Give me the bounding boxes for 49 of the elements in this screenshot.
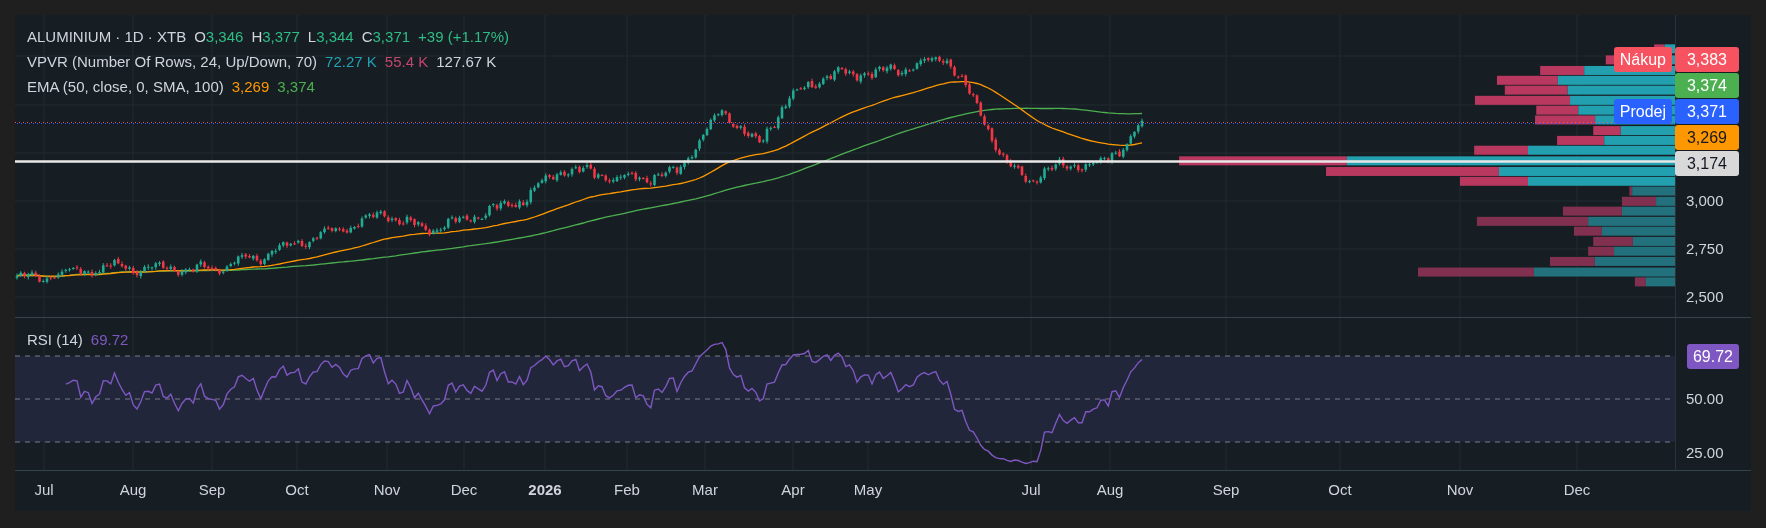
time-label: Feb <box>614 481 640 499</box>
time-label: Aug <box>119 481 147 499</box>
price-label: 3,000 <box>1686 192 1724 210</box>
time-label: Nov <box>373 481 401 499</box>
time-label: Oct <box>1328 481 1352 499</box>
time-label: Oct <box>285 481 309 499</box>
legend-title: VPVR (Number Of Rows, 24, Up/Down, 70) <box>27 52 318 71</box>
legend-value: 3,371 <box>372 27 411 46</box>
time-label: Sep <box>198 481 226 499</box>
time-label: 2026 <box>528 481 562 499</box>
legend-value: 69.72 <box>90 330 129 349</box>
time-label: Dec <box>1563 481 1591 499</box>
price-label: 50.00 <box>1686 390 1724 408</box>
legend-value: 127.67 K <box>436 52 497 71</box>
time-label: May <box>853 481 883 499</box>
time-label: Nov <box>1446 481 1474 499</box>
legend-value: 55.4 K <box>384 52 429 71</box>
price-label: 2,500 <box>1686 288 1724 306</box>
legend-title: EMA (50, close, 0, SMA, 100) <box>27 77 224 96</box>
legend-label: C <box>361 27 373 46</box>
price-tag-label: Prodej <box>1613 99 1672 124</box>
price-tag: 69.72 <box>1686 344 1739 369</box>
time-label: Sep <box>1212 481 1240 499</box>
legend-value: 3,374 <box>277 77 315 96</box>
time-label: Aug <box>1096 481 1124 499</box>
legend-value: 3,346 <box>205 27 244 46</box>
legend-value: 3,269 <box>231 77 270 96</box>
price-label: 2,750 <box>1686 240 1724 258</box>
price-tag: 3,174 <box>1675 151 1739 176</box>
price-label: 25.00 <box>1686 444 1724 462</box>
legend-label: O <box>194 27 206 46</box>
price-tag-label: Nákup <box>1613 47 1672 72</box>
legend-value: 3,377 <box>262 27 300 46</box>
legend-value: 72.27 K <box>325 52 377 71</box>
price-tag: 3,269 <box>1675 125 1739 150</box>
legend-title: ALUMINIUM · 1D · XTB <box>27 27 187 46</box>
legend-value: +39 (+1.17%) <box>418 27 509 46</box>
price-tag: 3,371 <box>1675 99 1739 124</box>
time-label: Jul <box>1021 481 1041 499</box>
legend-value: 3,344 <box>316 27 354 46</box>
time-label: Apr <box>781 481 805 499</box>
time-label: Jul <box>34 481 54 499</box>
time-label: Dec <box>450 481 478 499</box>
time-label: Mar <box>692 481 718 499</box>
price-tag: 3,374 <box>1675 73 1739 98</box>
legend-label: L <box>307 27 317 46</box>
legend-title: RSI (14) <box>27 330 83 349</box>
price-tag: 3,383 <box>1675 47 1739 72</box>
legend-label: H <box>251 27 263 46</box>
